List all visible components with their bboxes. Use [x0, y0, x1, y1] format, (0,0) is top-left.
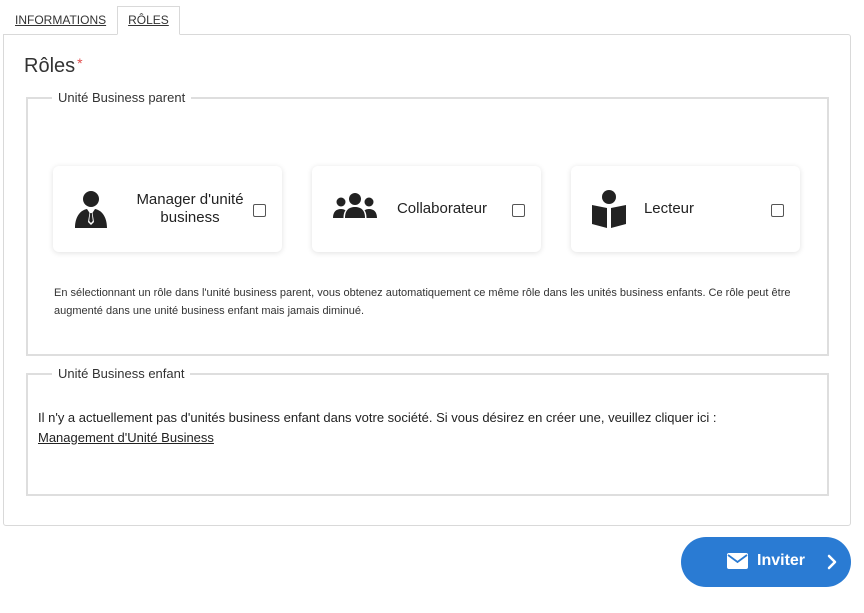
child-unit-message: Il n'y a actuellement pas d'unités busin… [38, 408, 818, 448]
tab-bar: INFORMATIONS RÔLES [4, 6, 180, 35]
chevron-right-icon [827, 554, 837, 570]
roles-heading: Rôles * [24, 55, 83, 78]
manager-icon [75, 191, 107, 228]
role-label-collaborateur: Collaborateur [396, 200, 488, 217]
role-card-collaborateur[interactable]: Collaborateur [312, 166, 541, 252]
role-label-manager: Manager d'unité business [136, 191, 244, 226]
invite-label: Inviter [757, 552, 806, 569]
required-marker: * [77, 55, 83, 71]
envelope-icon [727, 553, 748, 569]
role-card-manager[interactable]: Manager d'unité business [53, 166, 282, 252]
parent-unit-legend: Unité Business parent [58, 90, 186, 105]
child-unit-legend: Unité Business enfant [58, 366, 185, 381]
roles-title: Rôles [24, 55, 76, 77]
child-unit-text: Il n'y a actuellement pas d'unités busin… [38, 410, 717, 425]
role-checkbox-collaborateur[interactable] [512, 204, 525, 217]
tab-informations[interactable]: INFORMATIONS [4, 6, 117, 35]
tab-roles[interactable]: RÔLES [117, 6, 180, 35]
role-checkbox-manager[interactable] [253, 204, 266, 217]
invite-button[interactable]: Inviter [681, 537, 851, 587]
book-reader-icon [592, 190, 626, 228]
role-label-lecteur: Lecteur [643, 200, 695, 217]
inheritance-note: En sélectionnant un rôle dans l'unité bu… [54, 287, 791, 317]
role-checkbox-lecteur[interactable] [771, 204, 784, 217]
roles-panel: Rôles * Unité Business parent Manager d'u… [3, 34, 851, 526]
unit-management-link[interactable]: Management d'Unité Business [38, 430, 214, 445]
team-icon [333, 193, 377, 218]
role-card-lecteur[interactable]: Lecteur [571, 166, 800, 252]
